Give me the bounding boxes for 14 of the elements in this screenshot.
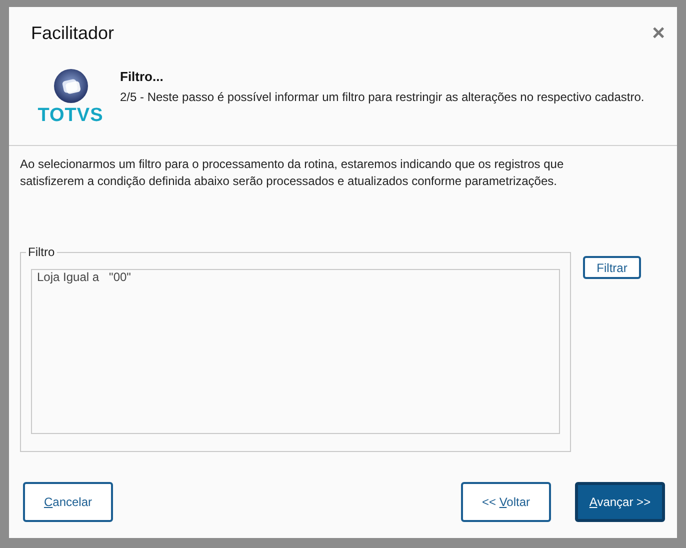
close-button[interactable]: ×	[652, 20, 665, 46]
intro-text: Ao selecionarmos um filtro para o processamento da rotina, estaremos indicando que os registros que satisfizerem a condição definida abaixo serão processados e atualizados conforme parametrizações.	[20, 156, 565, 190]
filter-button[interactable]: Filtrar	[583, 256, 641, 279]
step-heading: Filtro...	[120, 69, 164, 84]
group-legend: Filtro	[26, 245, 57, 259]
cancel-button[interactable]: Cancelar	[23, 482, 113, 522]
step-description: 2/5 - Neste passo é possível informar um filtro para restringir as alterações no respectivo cadastro.	[120, 90, 644, 104]
logo-icon	[54, 69, 88, 103]
logo-text: TOTVS	[38, 105, 104, 127]
filter-list[interactable]: Loja Igual a "00"	[31, 269, 560, 434]
back-button[interactable]: << Voltar	[461, 482, 551, 522]
filter-expression: Loja Igual a "00"	[37, 270, 132, 285]
window-title: Facilitador	[31, 22, 114, 44]
next-button[interactable]: Avançar >>	[575, 482, 665, 522]
